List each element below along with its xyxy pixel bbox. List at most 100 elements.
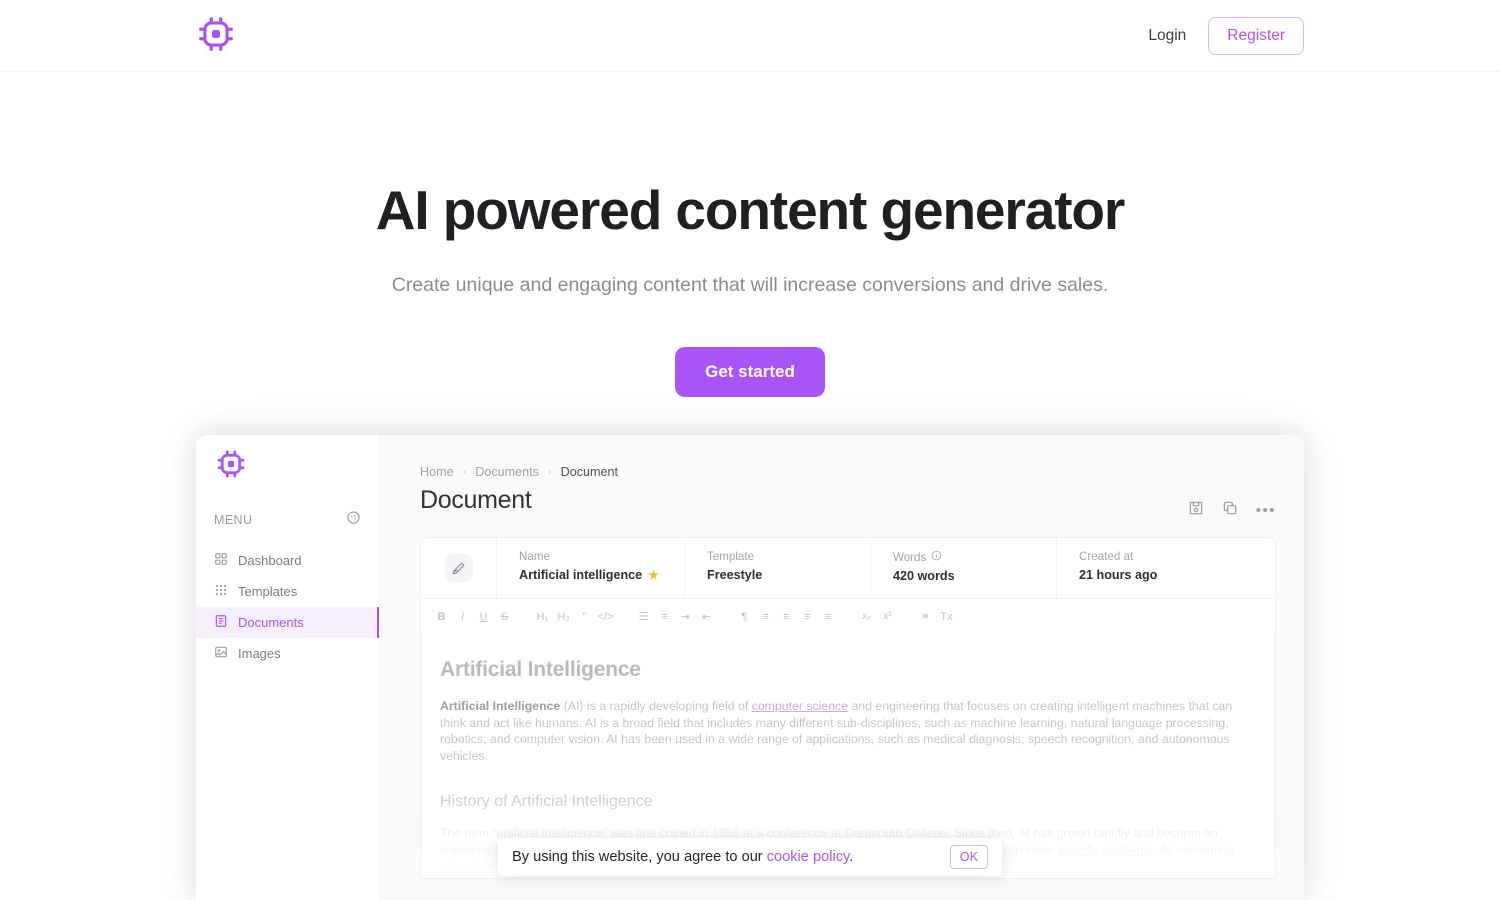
code-block-button[interactable]: </> — [595, 606, 616, 627]
brand-logo[interactable] — [196, 16, 236, 56]
cookie-ok-button[interactable]: OK — [949, 845, 988, 869]
sidebar-nav: Dashboard Templates Documents Images — [196, 545, 379, 669]
cpu-chip-icon — [216, 449, 246, 484]
editor-toolbar: B I U S H₁ H₂ ” </> ☰ ≡ ⇥ ⇤ ¶ ≡ ≡ ≡ ≡ x₂… — [421, 598, 1275, 634]
link-icon[interactable]: ⚭ — [915, 606, 936, 627]
breadcrumb-item-home[interactable]: Home — [420, 465, 454, 479]
document-icon — [214, 614, 228, 631]
register-button[interactable]: Register — [1208, 17, 1304, 55]
landing-page: Login Register AI powered content genera… — [0, 0, 1500, 900]
document-card: Name Artificial intelligence ★ Template … — [420, 537, 1276, 879]
hero-subtitle: Create unique and engaging content that … — [391, 273, 1109, 296]
bullet-list-button[interactable]: ≡ — [654, 606, 675, 627]
align-left-button[interactable]: ≡ — [755, 606, 776, 627]
palette-icon[interactable] — [346, 510, 361, 530]
sidebar-item-images[interactable]: Images — [196, 638, 379, 669]
preview-main-content: Home › Documents › Document Document •••… — [380, 435, 1304, 900]
specific-problems-link[interactable]: specific problems — [1058, 843, 1153, 857]
meta-label: Name — [519, 550, 550, 563]
superscript-button[interactable]: x² — [877, 606, 898, 627]
strikethrough-button[interactable]: S — [494, 606, 515, 627]
underline-button[interactable]: U — [473, 606, 494, 627]
align-center-button[interactable]: ≡ — [776, 606, 797, 627]
toolbar-group-blocks: H₁ H₂ ” </> — [532, 606, 616, 627]
breadcrumb-separator: › — [547, 466, 552, 478]
heading1-button[interactable]: H₁ — [532, 606, 553, 627]
subscript-button[interactable]: x₂ — [856, 606, 877, 627]
preview-brand-logo[interactable] — [214, 449, 248, 483]
sidebar-item-label: Documents — [238, 615, 304, 630]
breadcrumb-item-documents[interactable]: Documents — [475, 465, 539, 479]
grid-3x3-dots-icon — [214, 583, 228, 600]
image-icon — [214, 645, 228, 662]
breadcrumb-item-document: Document — [560, 465, 619, 479]
meta-value-template: Freestyle — [707, 568, 763, 582]
align-justify-button[interactable]: ≡ — [818, 606, 839, 627]
cookie-text-before: By using this website, you agree to our — [512, 849, 767, 865]
meta-edit-cell — [421, 538, 497, 598]
sidebar-item-label: Dashboard — [238, 553, 302, 568]
nav-auth-actions: Login Register — [1142, 0, 1304, 72]
cookie-banner-text: By using this website, you agree to our … — [512, 849, 853, 865]
breadcrumb: Home › Documents › Document — [420, 465, 1276, 479]
align-right-button[interactable]: ≡ — [797, 606, 818, 627]
edit-pencil-icon[interactable] — [444, 554, 473, 582]
document-paragraph-1: Artificial Intelligence (AI) is a rapidl… — [440, 698, 1246, 765]
login-button[interactable]: Login — [1142, 19, 1192, 53]
grid-2x2-icon — [214, 552, 228, 569]
cookie-policy-link[interactable]: cookie policy — [767, 849, 849, 865]
paragraph-text-part1: (AI) is a rapidly developing field of — [560, 699, 752, 713]
sidebar-menu-header: MENU — [196, 509, 379, 531]
info-icon[interactable] — [931, 550, 942, 564]
document-subheading: History of Artificial Intelligence — [440, 792, 653, 810]
indent-button[interactable]: ⇥ — [675, 606, 696, 627]
meta-cell-words: Words 420 words — [871, 538, 1057, 598]
copy-icon[interactable] — [1222, 500, 1238, 521]
top-navigation-bar: Login Register — [0, 0, 1500, 72]
star-icon[interactable]: ★ — [648, 568, 659, 582]
meta-value-name: Artificial intelligence — [519, 568, 643, 582]
toolbar-group-extras: ⚭ Tx — [915, 606, 957, 627]
toolbar-group-lists: ☰ ≡ ⇥ ⇤ — [633, 606, 717, 627]
cookie-text-after: . — [849, 849, 854, 865]
sidebar-item-templates[interactable]: Templates — [196, 576, 379, 607]
cookie-consent-banner: By using this website, you agree to our … — [498, 838, 1002, 876]
more-options-icon[interactable]: ••• — [1256, 502, 1276, 519]
italic-button[interactable]: I — [452, 606, 473, 627]
meta-cell-created-at: Created at 21 hours ago — [1057, 538, 1275, 598]
app-preview-window: MENU Dashboard Templates Documents Image… — [196, 435, 1304, 900]
toolbar-group-format: B I U S — [431, 606, 515, 627]
save-icon[interactable] — [1188, 500, 1204, 521]
preview-sidebar: MENU Dashboard Templates Documents Image… — [196, 435, 380, 900]
breadcrumb-separator: › — [462, 466, 467, 478]
hero-section: AI powered content generator Create uniq… — [0, 72, 1500, 397]
toolbar-group-script: x₂ x² — [856, 606, 898, 627]
paragraph-lead-term: Artificial Intelligence — [440, 699, 561, 713]
document-header: Document ••• — [420, 486, 1276, 521]
meta-label: Template — [707, 550, 755, 563]
get-started-button[interactable]: Get started — [675, 346, 825, 397]
ordered-list-button[interactable]: ☰ — [633, 606, 654, 627]
sidebar-item-dashboard[interactable]: Dashboard — [196, 545, 379, 576]
sidebar-item-label: Images — [238, 646, 281, 661]
cpu-chip-icon — [197, 15, 235, 58]
computer-science-link[interactable]: computer science — [752, 699, 848, 713]
outdent-button[interactable]: ⇤ — [696, 606, 717, 627]
sidebar-item-label: Templates — [238, 584, 298, 599]
meta-cell-name: Name Artificial intelligence ★ — [497, 538, 685, 598]
document-actions: ••• — [1188, 500, 1276, 521]
sidebar-menu-label: MENU — [214, 513, 253, 527]
blockquote-button[interactable]: ” — [574, 606, 595, 627]
text-direction-button[interactable]: ¶ — [734, 606, 755, 627]
sidebar-item-documents[interactable]: Documents — [196, 607, 379, 638]
meta-label-wrap: Words — [893, 550, 1056, 564]
toolbar-group-align: ¶ ≡ ≡ ≡ ≡ — [734, 606, 839, 627]
meta-value-created-at: 21 hours ago — [1079, 568, 1158, 582]
hero-title: AI powered content generator — [375, 179, 1126, 241]
document-heading: Artificial Intelligence — [440, 658, 641, 681]
document-meta-row: Name Artificial intelligence ★ Template … — [421, 538, 1275, 598]
meta-value-wrap: Artificial intelligence ★ — [519, 568, 684, 582]
heading2-button[interactable]: H₂ — [553, 606, 574, 627]
bold-button[interactable]: B — [431, 606, 452, 627]
clear-format-button[interactable]: Tx — [936, 606, 957, 627]
